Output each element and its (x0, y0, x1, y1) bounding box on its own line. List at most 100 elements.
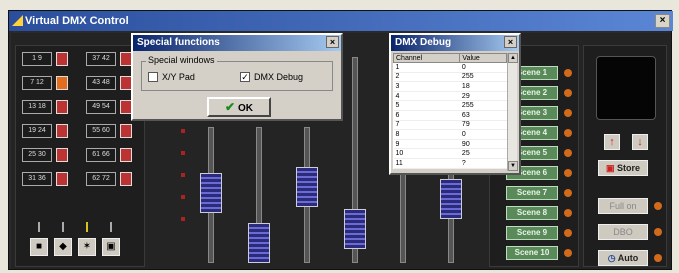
channel-led-5 (56, 148, 68, 162)
value-cell: 255 (459, 72, 507, 83)
scroll-down-icon[interactable]: ▼ (508, 161, 518, 171)
scene-led-5 (564, 149, 572, 157)
stop-icon[interactable]: ■ (30, 238, 48, 256)
dialog-title-bar: Special functions × (133, 35, 341, 51)
scene-button-10[interactable]: Scene 10 (506, 246, 558, 260)
channel-button-11[interactable]: 61 66 (86, 148, 116, 162)
scene-button-9[interactable]: Scene 9 (506, 226, 558, 240)
channel-cell: 1 (393, 62, 460, 73)
channel-button-7[interactable]: 37 42 (86, 52, 116, 66)
table-row[interactable]: 5 255 (393, 100, 507, 111)
check-icon: ✔ (224, 100, 236, 114)
close-icon[interactable]: × (326, 36, 339, 48)
channel-button-10[interactable]: 55 60 (86, 124, 116, 138)
full-on-button[interactable]: Full on (598, 198, 648, 214)
dialog-title: Special functions (137, 37, 220, 48)
table-row[interactable]: 10 (393, 62, 507, 73)
fader-handle-4[interactable] (344, 209, 366, 249)
table-row[interactable]: 4 29 (393, 91, 507, 102)
scroll-up-icon[interactable]: ▲ (508, 53, 518, 63)
value-cell: 0 (459, 129, 507, 140)
table-row[interactable]: 11? (393, 158, 507, 169)
debug-title-bar: DMX Debug × (391, 35, 519, 51)
table-row[interactable]: 7 79 (393, 120, 507, 131)
close-icon[interactable]: × (504, 36, 517, 48)
save-icon[interactable]: ▣ (102, 238, 120, 256)
down-arrow-icon[interactable]: ↓ (632, 134, 648, 150)
channel-led-6 (56, 172, 68, 186)
table-row[interactable]: 10 25 (393, 148, 507, 159)
channel-button-3[interactable]: 13 18 (22, 100, 52, 114)
value-cell: 0 (459, 62, 507, 73)
fader-handle-6[interactable] (440, 179, 462, 219)
value-cell: 25 (459, 148, 507, 159)
channel-led-1 (56, 52, 68, 66)
xy-pad-checkbox[interactable] (148, 72, 158, 82)
table-row[interactable]: 6 63 (393, 110, 507, 121)
value-cell: 29 (459, 91, 507, 102)
scene-button-7[interactable]: Scene 7 (506, 186, 558, 200)
clock-icon: ◷ (607, 253, 618, 263)
ok-button[interactable]: ✔ OK (207, 97, 271, 117)
fader-tick (181, 173, 185, 177)
channel-button-5[interactable]: 25 30 (22, 148, 52, 162)
group-label: Special windows (146, 55, 217, 65)
channel-button-2[interactable]: 7 12 (22, 76, 52, 90)
window-title: Virtual DMX Control (25, 15, 129, 27)
auto-label: Auto (617, 253, 639, 263)
channel-cell: 11 (393, 158, 460, 169)
channel-button-1[interactable]: 1 9 (22, 52, 52, 66)
fader-handle-1[interactable] (200, 173, 222, 213)
up-arrow-icon[interactable]: ↑ (604, 134, 620, 150)
auto-button[interactable]: ◷ Auto (598, 250, 648, 266)
channel-button-4[interactable]: 19 24 (22, 124, 52, 138)
vertical-scrollbar[interactable]: ▲ ▼ (507, 53, 518, 171)
channel-cell: 5 (393, 100, 460, 111)
channel-button-12[interactable]: 62 72 (86, 172, 116, 186)
value-cell: ? (459, 158, 507, 169)
table-row[interactable]: 3 18 (393, 81, 507, 92)
dmx-debug-checkbox[interactable]: ✓ (240, 72, 250, 82)
table-row[interactable]: 2 255 (393, 72, 507, 83)
scene-led-7 (564, 189, 572, 197)
client-area: 1 9 7 12 13 18 19 24 25 30 31 36 37 42 4… (11, 33, 671, 269)
fader-handle-2[interactable] (248, 223, 270, 263)
value-cell: 79 (459, 120, 507, 131)
auto-led (654, 254, 662, 262)
value-cell: 63 (459, 110, 507, 121)
special-windows-group: Special windows X/Y Pad ✓ DMX Debug (141, 55, 333, 91)
blackout-button[interactable]: DBO (598, 224, 648, 240)
app-icon (12, 15, 23, 26)
channel-cell: 10 (393, 148, 460, 159)
full-on-led (654, 202, 662, 210)
channel-button-9[interactable]: 49 54 (86, 100, 116, 114)
fixture-icon[interactable]: ◆ (54, 238, 72, 256)
store-button[interactable]: ▣ Store (598, 160, 648, 176)
channel-cell: 8 (393, 129, 460, 140)
column-header-value[interactable]: Value (459, 53, 507, 63)
close-icon[interactable]: × (655, 14, 670, 28)
store-icon: ▣ (605, 163, 617, 173)
scene-led-9 (564, 229, 572, 237)
scene-led-1 (564, 69, 572, 77)
channel-cell: 4 (393, 91, 460, 102)
value-cell: 18 (459, 81, 507, 92)
channel-led-11 (120, 148, 132, 162)
scene-button-8[interactable]: Scene 8 (506, 206, 558, 220)
indicator-pin (110, 222, 112, 232)
value-cell: 90 (459, 139, 507, 150)
channel-button-8[interactable]: 43 48 (86, 76, 116, 90)
scene-led-6 (564, 169, 572, 177)
column-header-channel[interactable]: Channel (392, 53, 461, 63)
sparkle-icon[interactable]: ✶ (78, 238, 96, 256)
fader-handle-3[interactable] (296, 167, 318, 207)
channel-button-6[interactable]: 31 36 (22, 172, 52, 186)
table-row[interactable]: 80 (393, 129, 507, 140)
scene-led-2 (564, 89, 572, 97)
table-row[interactable]: 9 90 (393, 139, 507, 150)
special-functions-dialog: Special functions × Special windows X/Y … (131, 33, 343, 121)
blackout-led (654, 228, 662, 236)
ok-label: OK (238, 103, 254, 114)
channel-cell: 9 (393, 139, 460, 150)
indicator-pin-lit (86, 222, 88, 232)
